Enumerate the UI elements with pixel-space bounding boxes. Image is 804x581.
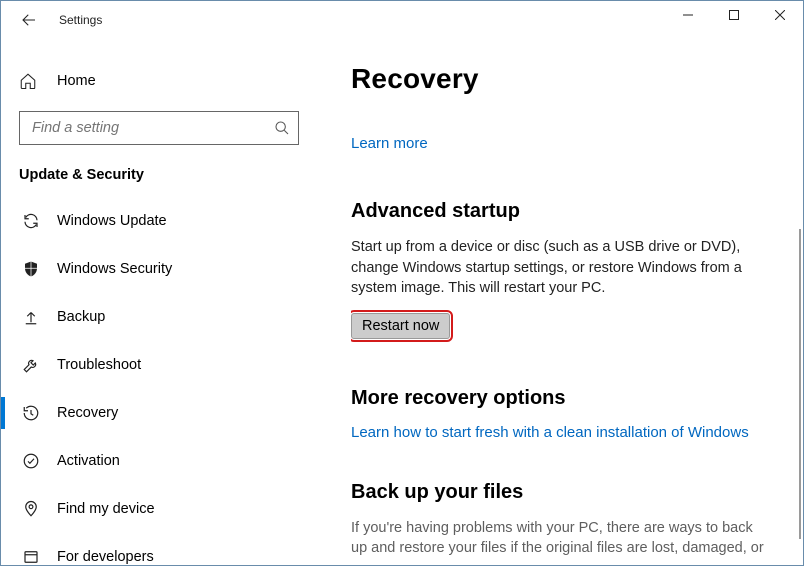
nav-backup[interactable]: Backup: [19, 293, 309, 341]
nav-list: Windows Update Windows Security Backup T…: [19, 197, 309, 581]
wrench-icon: [19, 356, 43, 374]
nav-label: Windows Security: [57, 261, 172, 277]
home-icon: [19, 72, 43, 90]
advanced-startup-body: Start up from a device or disc (such as …: [351, 237, 771, 299]
start-fresh-link[interactable]: Learn how to start fresh with a clean in…: [351, 424, 783, 441]
window-controls: [665, 1, 803, 29]
nav-recovery[interactable]: Recovery: [19, 389, 309, 437]
close-icon: [775, 10, 785, 20]
nav-label: Troubleshoot: [57, 357, 141, 373]
restart-now-button[interactable]: Restart now: [351, 313, 450, 339]
nav-windows-security[interactable]: Windows Security: [19, 245, 309, 293]
maximize-icon: [729, 10, 739, 20]
nav-label: Find my device: [57, 501, 155, 517]
location-icon: [19, 500, 43, 518]
nav-label: Activation: [57, 453, 120, 469]
shield-icon: [19, 260, 43, 278]
backup-icon: [19, 308, 43, 326]
nav-windows-update[interactable]: Windows Update: [19, 197, 309, 245]
home-label: Home: [57, 73, 96, 89]
nav-activation[interactable]: Activation: [19, 437, 309, 485]
more-recovery-heading: More recovery options: [351, 387, 783, 410]
titlebar: Settings: [1, 1, 803, 39]
home-button[interactable]: Home: [19, 61, 309, 101]
page-title: Recovery: [351, 63, 783, 95]
close-button[interactable]: [757, 1, 803, 29]
window-title: Settings: [59, 13, 102, 27]
check-circle-icon: [19, 452, 43, 470]
scrollbar[interactable]: [799, 229, 801, 539]
search-icon: [274, 120, 290, 136]
search-input[interactable]: [30, 119, 274, 137]
history-icon: [19, 404, 43, 422]
nav-label: Windows Update: [57, 213, 167, 229]
developers-icon: [19, 548, 43, 566]
back-arrow-icon: [20, 11, 38, 29]
maximize-button[interactable]: [711, 1, 757, 29]
search-box[interactable]: [19, 111, 299, 145]
category-heading: Update & Security: [19, 167, 309, 183]
back-button[interactable]: [17, 8, 41, 32]
nav-find-my-device[interactable]: Find my device: [19, 485, 309, 533]
nav-for-developers[interactable]: For developers: [19, 533, 309, 581]
nav-troubleshoot[interactable]: Troubleshoot: [19, 341, 309, 389]
nav-label: For developers: [57, 549, 154, 565]
sync-icon: [19, 212, 43, 230]
backup-files-body: If you're having problems with your PC, …: [351, 518, 771, 559]
learn-more-link[interactable]: Learn more: [351, 135, 783, 152]
nav-label: Backup: [57, 309, 105, 325]
nav-label: Recovery: [57, 405, 118, 421]
content-pane: Recovery Learn more Advanced startup Sta…: [321, 39, 803, 565]
minimize-icon: [683, 10, 693, 20]
advanced-startup-heading: Advanced startup: [351, 200, 783, 223]
minimize-button[interactable]: [665, 1, 711, 29]
backup-files-heading: Back up your files: [351, 481, 783, 504]
sidebar: Home Update & Security Windows Update Wi…: [1, 39, 321, 565]
